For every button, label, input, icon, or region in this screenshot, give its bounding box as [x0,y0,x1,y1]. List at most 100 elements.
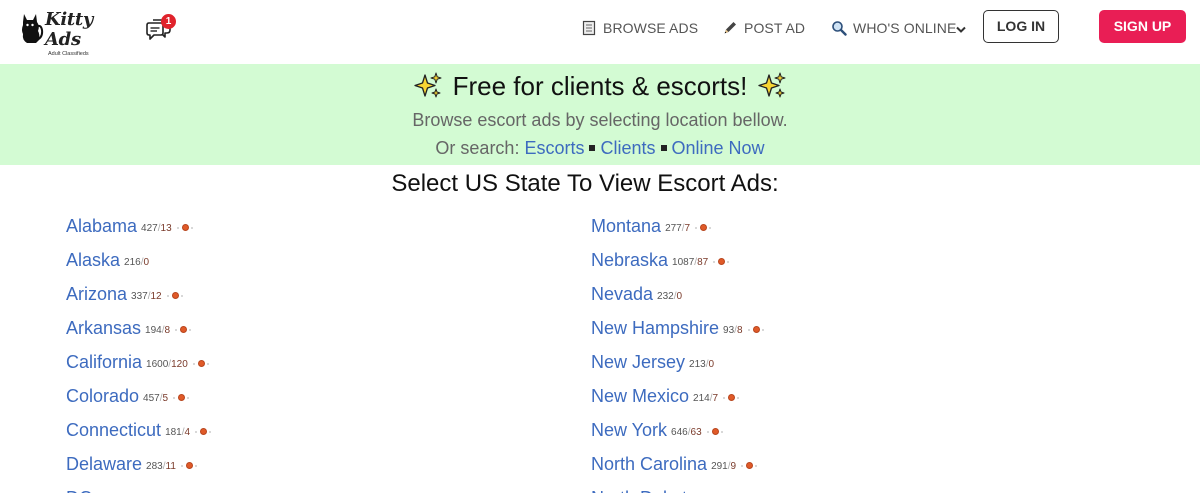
ads-count: 181 [165,427,182,438]
login-button[interactable]: LOG IN [983,10,1059,43]
state-row: North Dakota [591,481,760,493]
state-row: Montana 277/7 [591,209,760,243]
state-link[interactable]: New York [591,420,667,441]
state-row: New Mexico 214/7 [591,379,760,413]
nav-browse-ads[interactable]: BROWSE ADS [581,19,698,37]
state-link[interactable]: Colorado [66,386,139,407]
state-row: New Hampshire 93/8 [591,311,764,345]
state-link[interactable]: Alaska [66,250,120,271]
state-counts: 216/0 [124,257,149,268]
ads-count: 337 [131,291,148,302]
search-clients-link[interactable]: Clients [600,138,655,158]
ads-count: 216 [124,257,141,268]
state-link[interactable]: Montana [591,216,661,237]
search-online-now-link[interactable]: Online Now [672,138,765,158]
bullet-separator [660,144,667,151]
online-count: 8 [164,325,171,336]
ads-count: 1087 [672,257,695,268]
state-row: Nebraska 1087/87 [591,243,760,277]
state-row: Alabama 427/13 [66,209,207,243]
sparkles-icon [413,72,442,98]
state-link[interactable]: North Dakota [591,488,697,493]
brand-tagline: Adult Classifieds [48,51,89,57]
online-status-dot [176,223,193,231]
ads-count: 214 [693,393,710,404]
state-counts: 194/8 [145,325,170,336]
state-row: New Jersey 213/0 [591,345,760,379]
ads-count: 194 [145,325,162,336]
promo-banner: Free for clients & escorts! Browse escor… [0,64,1200,165]
bullet-separator [589,144,596,151]
state-row: Delaware 283/11 [66,447,207,481]
ads-count: 277 [665,223,682,234]
state-row: Arizona 337/12 [66,277,207,311]
online-count: 11 [165,461,176,472]
state-row: Connecticut 181/4 [66,413,212,447]
search-escorts-link[interactable]: Escorts [524,138,584,158]
state-link[interactable]: Arizona [66,284,127,305]
banner-subtitle: Browse escort ads by selecting location … [412,110,788,130]
online-count: 8 [736,325,743,336]
online-status-dot [180,461,197,469]
state-link[interactable]: New Jersey [591,352,685,373]
state-row: Alaska 216/0 [66,243,207,277]
state-counts: 291/9 [711,461,736,472]
online-count: 7 [712,393,719,404]
state-list-heading: Select US State To View Escort Ads: [391,170,779,197]
state-counts: 214/7 [693,393,718,404]
ads-count: 93 [723,325,735,336]
chevron-down-icon [956,26,967,33]
magnifier-icon [832,21,847,36]
ads-count: 457 [143,393,160,404]
state-counts: 213/0 [689,359,714,370]
state-link[interactable]: North Carolina [591,454,707,475]
banner-search-links: Or search: Escorts Clients Online Now [0,138,1200,159]
site-logo[interactable]: Kitty Ads Adult Classifieds [18,8,122,57]
online-status-dot [723,393,740,401]
state-link[interactable]: California [66,352,142,373]
state-link[interactable]: Arkansas [66,318,141,339]
signup-button[interactable]: SIGN UP [1099,10,1186,43]
messages-button[interactable]: 1 [144,14,176,44]
nav-whos-online[interactable]: WHO'S ONLINE [831,19,967,37]
online-status-dot [192,359,209,367]
document-icon [582,20,596,36]
state-link[interactable]: DC [66,488,92,493]
online-status-dot [706,427,723,435]
state-link[interactable]: New Hampshire [591,318,719,339]
online-status-dot [741,461,758,469]
state-link[interactable]: Nevada [591,284,653,305]
messages-count-badge: 1 [161,14,176,29]
state-link[interactable]: Connecticut [66,420,161,441]
online-count: 0 [708,359,715,370]
online-count: 7 [684,223,691,234]
state-counts: 181/4 [165,427,190,438]
online-count: 0 [676,291,683,302]
state-counts: 93/8 [723,325,742,336]
state-counts: 232/0 [657,291,682,302]
state-row: New York 646/63 [591,413,760,447]
online-status-dot [175,325,192,333]
pencil-icon [724,22,736,34]
nav-post-label: POST AD [744,20,806,36]
state-link[interactable]: Alabama [66,216,137,237]
state-counts: 277/7 [665,223,690,234]
state-row: DC [66,481,207,493]
logo-text: Kitty Ads Adult Classifieds [45,10,122,58]
state-row: North Carolina 291/9 [591,447,760,481]
online-status-dot [695,223,712,231]
state-row: Nevada 232/0 [591,277,760,311]
online-count: 5 [162,393,169,404]
nav-post-ad[interactable]: POST AD [722,19,805,37]
nav-online-label: WHO'S ONLINE [853,20,957,36]
search-prefix: Or search: [435,138,520,158]
state-counts: 337/12 [131,291,162,302]
ads-count: 213 [689,359,706,370]
state-link[interactable]: Delaware [66,454,142,475]
online-count: 4 [184,427,191,438]
online-count: 87 [697,257,709,268]
banner-title-text: Free for clients & escorts! [452,70,748,101]
online-status-dot [166,291,183,299]
state-link[interactable]: Nebraska [591,250,668,271]
state-link[interactable]: New Mexico [591,386,689,407]
